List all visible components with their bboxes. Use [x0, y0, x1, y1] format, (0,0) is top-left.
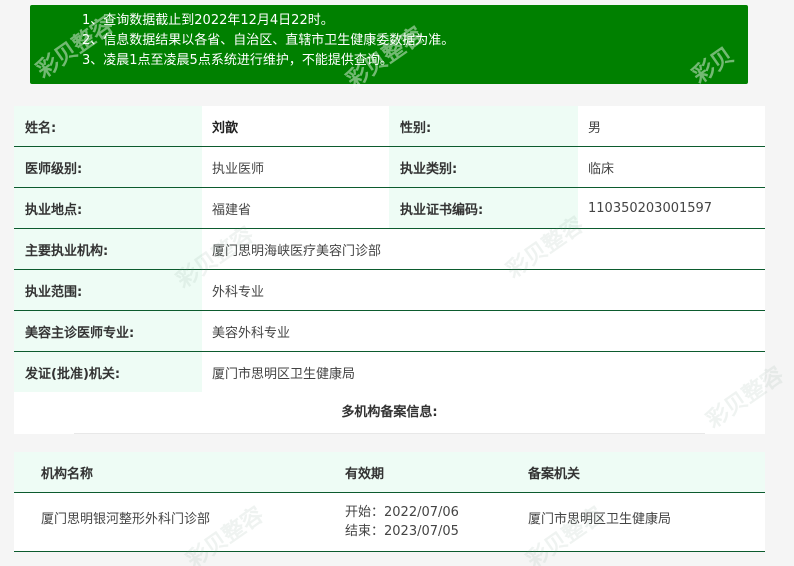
- info-row-name: 姓名: 刘歆 性别: 男: [14, 106, 765, 147]
- institution-value: 厦门思明海峡医疗美容门诊部: [202, 229, 765, 269]
- info-row-location: 执业地点: 福建省 执业证书编码: 110350203001597: [14, 188, 765, 229]
- multi-institution-title: 多机构备案信息:: [14, 392, 765, 434]
- table-row: 厦门思明银河整形外科门诊部 开始：2022/07/06 结束：2023/07/0…: [14, 493, 765, 552]
- level-label: 医师级别:: [14, 147, 202, 187]
- location-label: 执业地点:: [14, 188, 202, 228]
- validity-start: 开始：2022/07/06: [345, 505, 459, 520]
- authority-value: 厦门市思明区卫生健康局: [202, 352, 765, 392]
- institution-name: 厦门思明银河整形外科门诊部: [41, 512, 211, 527]
- title-divider: [74, 433, 705, 434]
- gender-value: 男: [578, 106, 765, 146]
- page: 1、查询数据截止到2022年12月4日22时。 2、信息数据结果以各省、自治区、…: [0, 0, 794, 566]
- beauty-label: 美容主诊医师专业:: [14, 311, 202, 351]
- institution-table: 机构名称 有效期 备案机关 厦门思明银河整形外科门诊部 开始：2022/07/0…: [14, 452, 765, 552]
- info-row-authority: 发证(批准)机关: 厦门市思明区卫生健康局: [14, 352, 765, 393]
- scope-label: 执业范围:: [14, 270, 202, 310]
- doctor-info-table: 姓名: 刘歆 性别: 男 医师级别: 执业医师 执业类别: 临床 执业地点: 福…: [14, 106, 765, 393]
- record-authority: 厦门市思明区卫生健康局: [528, 512, 672, 527]
- name-label: 姓名:: [14, 106, 202, 146]
- scope-value: 外科专业: [202, 270, 765, 310]
- authority-label: 发证(批准)机关:: [14, 352, 202, 392]
- info-row-beauty: 美容主诊医师专业: 美容外科专业: [14, 311, 765, 352]
- location-value: 福建省: [202, 188, 389, 228]
- header-institution-name: 机构名称: [41, 466, 94, 482]
- institution-table-header: 机构名称 有效期 备案机关: [14, 452, 765, 493]
- info-row-scope: 执业范围: 外科专业: [14, 270, 765, 311]
- cert-label: 执业证书编码:: [389, 188, 578, 228]
- category-value: 临床: [578, 147, 765, 187]
- notice-line-3: 3、凌晨1点至凌晨5点系统进行维护，不能提供查询。: [82, 53, 393, 68]
- gender-label: 性别:: [389, 106, 578, 146]
- level-value: 执业医师: [202, 147, 389, 187]
- institution-label: 主要执业机构:: [14, 229, 202, 269]
- validity-cell: 开始：2022/07/06 结束：2023/07/05: [319, 493, 502, 551]
- header-validity: 有效期: [345, 466, 385, 482]
- notice-banner: 1、查询数据截止到2022年12月4日22时。 2、信息数据结果以各省、自治区、…: [30, 5, 748, 84]
- cert-value: 110350203001597: [578, 188, 765, 228]
- beauty-value: 美容外科专业: [202, 311, 765, 351]
- validity-end: 结束：2023/07/05: [345, 524, 459, 539]
- header-authority: 备案机关: [528, 466, 581, 482]
- name-value: 刘歆: [202, 106, 389, 146]
- info-row-institution: 主要执业机构: 厦门思明海峡医疗美容门诊部: [14, 229, 765, 270]
- notice-line-1: 1、查询数据截止到2022年12月4日22时。: [82, 13, 334, 28]
- multi-title-text: 多机构备案信息:: [341, 405, 438, 420]
- category-label: 执业类别:: [389, 147, 578, 187]
- info-row-level: 医师级别: 执业医师 执业类别: 临床: [14, 147, 765, 188]
- notice-line-2: 2、信息数据结果以各省、自治区、直辖市卫生健康委数据为准。: [82, 33, 455, 48]
